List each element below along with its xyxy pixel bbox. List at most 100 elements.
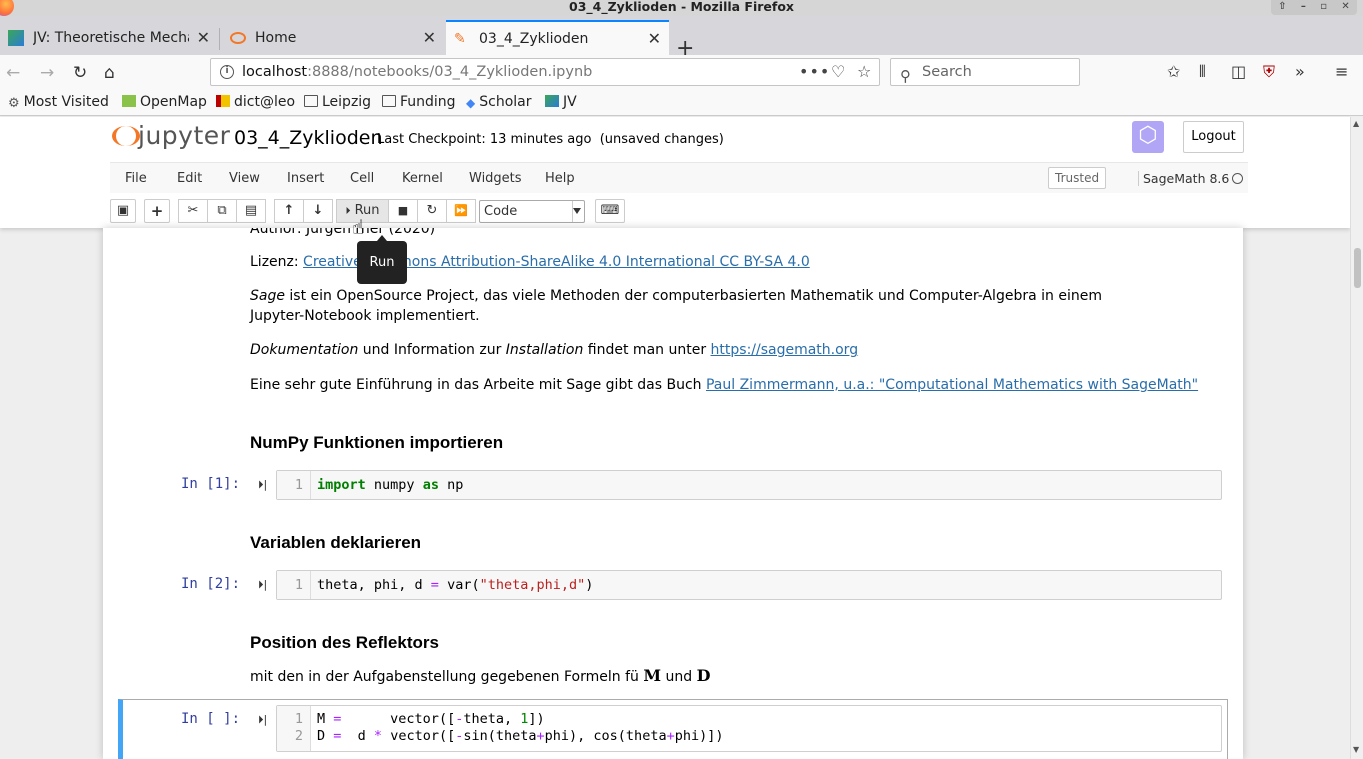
book-link[interactable]: Paul Zimmermann, u.a.: "Computational Ma… <box>706 377 1198 393</box>
scholar-icon: ◆ <box>466 96 476 110</box>
restart-run-all-icon[interactable]: ⏩ <box>446 199 476 223</box>
menu-help[interactable]: Help <box>545 171 575 186</box>
run-icon: ⏵ <box>345 206 351 217</box>
page-actions-icon[interactable]: ••• <box>799 59 830 85</box>
command-palette-icon[interactable]: ⌨ <box>595 199 625 223</box>
sagemath-link[interactable]: https://sagemath.org <box>711 342 859 358</box>
jupyter-logo-icon <box>112 123 140 149</box>
copy-icon[interactable]: ⧉ <box>207 199 237 223</box>
position-text: mit den in der Aufgabenstellung gegebene… <box>250 666 711 685</box>
menu-view[interactable]: View <box>229 171 260 186</box>
maximize-icon[interactable]: ▫ <box>1320 0 1327 15</box>
leo-icon <box>216 95 230 107</box>
page-scrollbar[interactable]: ▲ ▼ <box>1350 117 1363 759</box>
bookmark-funding[interactable]: Funding <box>382 94 456 110</box>
window-title: 03_4_Zyklioden - Mozilla Firefox <box>569 0 794 14</box>
window-controls: ⇧ – ▫ ✕ <box>1271 0 1357 15</box>
close-tab-icon[interactable]: ✕ <box>648 29 661 48</box>
sidebar-icon[interactable]: ◫ <box>1231 63 1246 81</box>
window-titlebar: 03_4_Zyklioden - Mozilla Firefox ⇧ – ▫ ✕ <box>0 0 1363 16</box>
close-tab-icon[interactable]: ✕ <box>423 28 436 47</box>
code-cell-2[interactable]: 1 theta, phi, d = var("theta,phi,d") <box>276 570 1222 600</box>
cell-prompt: In [ ]: <box>181 711 241 727</box>
sage-description: Sage ist ein OpenSource Project, das vie… <box>250 288 1102 324</box>
tab-theoretische-mechanik[interactable]: JV: Theoretische Mechanik ✕ <box>0 20 218 55</box>
logout-button[interactable]: Logout <box>1183 121 1244 153</box>
nav-bar: ← → ↻ ⌂ i localhost:8888/notebooks/03_4_… <box>0 55 1363 91</box>
notebook-toolbar: ▣ + ✂ ⧉ ▤ ↑ ↓ ⏵ Run ■ ↻ ⏩ Code ⌨ <box>110 199 1248 225</box>
menu-edit[interactable]: Edit <box>177 171 202 186</box>
scroll-up-icon: ▲ <box>1353 119 1360 128</box>
cell-type-select[interactable]: Code <box>479 200 585 223</box>
menu-widgets[interactable]: Widgets <box>469 171 522 186</box>
code-cell-1[interactable]: 1 import numpy as np <box>276 470 1222 500</box>
minimize-icon[interactable]: – <box>1301 0 1306 15</box>
search-icon: ⚲ <box>900 67 911 85</box>
menu-file[interactable]: File <box>125 171 147 186</box>
move-down-icon[interactable]: ↓ <box>303 199 333 223</box>
menu-kernel[interactable]: Kernel <box>402 171 443 186</box>
bookmark-star-icon[interactable]: ☆ <box>857 59 871 85</box>
bookmarks-toolbar: ⚙ Most Visited OpenMap dict@leo Leipzig F… <box>0 91 1363 116</box>
gear-icon: ⚙ <box>8 96 20 111</box>
bookmarks-star-icon[interactable]: ✩ <box>1167 63 1180 81</box>
restart-icon[interactable]: ↻ <box>417 199 447 223</box>
pocket-icon[interactable]: ♡ <box>831 59 845 85</box>
insert-cell-icon[interactable]: + <box>144 199 170 223</box>
menu-cell[interactable]: Cell <box>350 171 374 186</box>
bookmark-openmap[interactable]: OpenMap <box>122 94 207 110</box>
search-input[interactable]: ⚲ Search <box>890 58 1080 86</box>
jupyter-header: jupyter 03_4_Zyklioden Last Checkpoint: … <box>0 117 1350 228</box>
window-up-icon[interactable]: ⇧ <box>1278 0 1286 15</box>
scroll-thumb[interactable] <box>1354 248 1361 288</box>
run-cell-icon[interactable]: ⏵| <box>258 478 267 492</box>
book-text: Eine sehr gute Einführung in das Arbeite… <box>250 377 1199 393</box>
bookmark-leipzig[interactable]: Leipzig <box>304 94 371 110</box>
ublock-icon[interactable]: ⛨ <box>1263 63 1275 81</box>
close-tab-icon[interactable]: ✕ <box>197 28 210 47</box>
jv-icon <box>545 95 559 107</box>
run-cell-icon[interactable]: ⏵| <box>258 713 267 727</box>
site-info-icon[interactable]: i <box>220 65 234 79</box>
bookmark-dict-leo[interactable]: dict@leo <box>216 94 295 110</box>
overflow-icon[interactable]: » <box>1295 63 1305 81</box>
home-icon[interactable]: ⌂ <box>104 63 115 83</box>
url-bar[interactable]: i localhost:8888/notebooks/03_4_Zykliode… <box>210 58 880 86</box>
jv-favicon-icon <box>8 29 24 46</box>
tab-home[interactable]: Home ✕ <box>222 20 444 55</box>
cut-icon[interactable]: ✂ <box>178 199 208 223</box>
notebook-menubar: File Edit View Insert Cell Kernel Widget… <box>110 162 1248 193</box>
code-cell-3[interactable]: 12 M = vector([-theta, 1]) D = d * vecto… <box>276 705 1222 752</box>
tab-zyklioden[interactable]: ✎ 03_4_Zyklioden ✕ <box>446 20 669 55</box>
move-up-icon[interactable]: ↑ <box>274 199 304 223</box>
bookmark-scholar[interactable]: ◆ Scholar <box>466 94 531 110</box>
notebook-favicon-icon: ✎ <box>454 30 466 47</box>
close-window-icon[interactable]: ✕ <box>1341 0 1349 15</box>
save-icon[interactable]: ▣ <box>110 199 136 223</box>
notebook-name[interactable]: 03_4_Zyklioden <box>234 127 383 149</box>
forward-icon[interactable]: → <box>40 63 54 83</box>
back-icon[interactable]: ← <box>6 63 20 83</box>
checkpoint-status: Last Checkpoint: 13 minutes ago (unsaved… <box>377 132 724 147</box>
hamburger-menu-icon[interactable]: ≡ <box>1335 63 1348 81</box>
bookmark-most-visited[interactable]: ⚙ Most Visited <box>8 94 109 111</box>
run-cell-icon[interactable]: ⏵| <box>258 578 267 592</box>
heading-position: Position des Reflektors <box>250 633 439 652</box>
paste-icon[interactable]: ▤ <box>236 199 266 223</box>
bookmark-jv[interactable]: JV <box>545 94 577 110</box>
reload-icon[interactable]: ↻ <box>73 63 87 83</box>
menu-insert[interactable]: Insert <box>287 171 324 186</box>
folder-icon <box>382 95 396 107</box>
map-icon <box>122 95 136 107</box>
firefox-logo-icon <box>0 0 14 16</box>
heading-variablen: Variablen deklarieren <box>250 533 422 552</box>
run-tooltip: Run <box>357 235 407 284</box>
heading-numpy: NumPy Funktionen importieren <box>250 433 504 452</box>
jupyter-logo[interactable]: jupyter <box>112 121 230 150</box>
documentation-text: Dokumentation und Information zur Instal… <box>250 342 859 358</box>
sagemath-logo-icon: ⬡ <box>1132 121 1164 153</box>
library-icon[interactable]: ⫴ <box>1199 63 1206 81</box>
scroll-down-icon: ▼ <box>1353 745 1360 754</box>
interrupt-icon[interactable]: ■ <box>388 199 418 223</box>
trusted-badge[interactable]: Trusted <box>1048 167 1107 189</box>
